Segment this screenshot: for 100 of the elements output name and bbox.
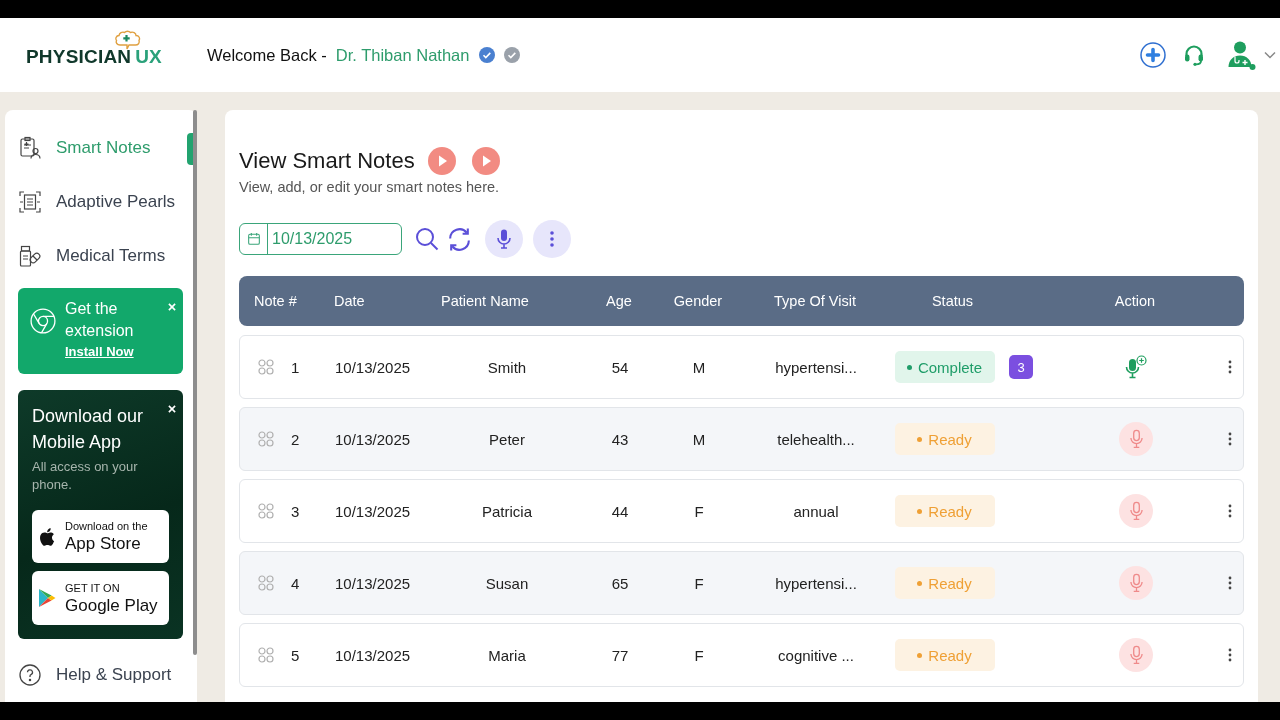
close-icon[interactable]	[168, 405, 176, 413]
play-icon[interactable]	[427, 147, 456, 175]
column-header: Gender	[673, 293, 723, 309]
more-icon	[550, 231, 554, 247]
table-cell: M	[692, 358, 706, 376]
status-dot-icon	[917, 652, 923, 658]
table-cell-text: 5	[290, 646, 300, 664]
table-cell-text: 4	[290, 574, 300, 592]
more-icon[interactable]	[1228, 576, 1232, 590]
more-icon[interactable]	[1228, 432, 1232, 446]
table-cell: 44	[611, 502, 629, 520]
table-cell-text: 2	[290, 430, 300, 448]
microphone-icon	[1129, 573, 1143, 593]
table-row[interactable]: 4 10/13/2025 Susan 65 F hypertensi... Ready	[239, 551, 1244, 615]
active-indicator	[187, 133, 193, 165]
app-card-text: All access on your phone.	[32, 458, 139, 494]
microphone-plus-icon[interactable]	[1125, 355, 1147, 379]
table-cell: M	[692, 430, 706, 448]
drag-handle-icon[interactable]	[258, 575, 274, 591]
sidebar-item[interactable]: Smart Notes	[5, 126, 197, 170]
microphone-button[interactable]	[485, 220, 523, 258]
scrollbar[interactable]	[193, 110, 197, 655]
record-button[interactable]	[1119, 422, 1153, 456]
sidebar-item[interactable]: Medical Terms	[5, 234, 197, 278]
doctor-avatar-icon[interactable]	[1226, 40, 1256, 70]
column-header: Patient Name	[440, 293, 530, 309]
status-dot-icon	[917, 436, 923, 442]
drag-handle-icon[interactable]	[258, 359, 274, 375]
app-card-title: Download our Mobile App	[32, 405, 145, 454]
table-cell-text: 3	[290, 502, 300, 520]
browser-logo-icon	[30, 308, 56, 334]
table-cell-text: 1	[290, 358, 300, 376]
microphone-icon	[497, 229, 511, 249]
drag-handle-icon[interactable]	[258, 503, 274, 519]
table-cell: F	[694, 502, 704, 520]
table-cell-text: 10/13/2025	[334, 574, 411, 592]
check-icon	[504, 47, 521, 63]
sidebar-item[interactable]: Adaptive Pearls	[5, 180, 197, 224]
caret-icon[interactable]	[1264, 51, 1276, 59]
clipboard-doctor-icon	[18, 136, 42, 160]
column-header: Type Of Visit	[774, 293, 856, 309]
user-name: Dr. Thiban Nathan	[335, 45, 470, 65]
table-cell: telehealth...	[777, 430, 855, 448]
status-badge: Ready	[894, 639, 995, 671]
date-field[interactable]: 10/13/2025	[239, 223, 402, 255]
table-cell: F	[694, 574, 704, 592]
table-cell: 54	[611, 358, 629, 376]
microphone-icon	[1129, 645, 1143, 665]
table-cell-text: 10/13/2025	[334, 646, 411, 664]
status-dot-icon	[906, 364, 912, 370]
logo-text: UX	[135, 46, 162, 68]
table-cell: Patricia	[482, 502, 532, 520]
column-header: Status	[931, 293, 974, 309]
page-title: View Smart Notes	[239, 147, 415, 175]
table-row[interactable]: 3 10/13/2025 Patricia 44 F annual Ready	[239, 479, 1244, 543]
record-button[interactable]	[1119, 638, 1153, 672]
record-button[interactable]	[1119, 494, 1153, 528]
table-cell: 65	[611, 574, 629, 592]
column-header: Note #	[253, 293, 298, 309]
table-cell: 77	[611, 646, 629, 664]
apple-logo-icon	[39, 526, 56, 547]
add-icon[interactable]	[1140, 42, 1166, 68]
refresh-icon[interactable]	[446, 225, 473, 253]
more-icon[interactable]	[1228, 504, 1232, 518]
logo-text: PHYSICIAN	[26, 46, 132, 68]
table-cell: 43	[611, 430, 629, 448]
microphone-icon	[1129, 501, 1143, 521]
pill-bottle-icon	[18, 244, 42, 268]
play-store-logo-icon	[39, 588, 56, 608]
status-badge: Complete	[894, 351, 995, 383]
table-row[interactable]: 1 10/13/2025 Smith 54 M hypertensi... Complete 3	[239, 335, 1244, 399]
drag-handle-icon[interactable]	[258, 647, 274, 663]
play-icon[interactable]	[471, 147, 500, 175]
table-row[interactable]: 2 10/13/2025 Peter 43 M telehealth... Ready	[239, 407, 1244, 471]
table-cell-text: 10/13/2025	[334, 502, 411, 520]
table-cell: hypertensi...	[775, 358, 857, 376]
help-support-item[interactable]: Help & Support	[5, 653, 197, 697]
status-badge: Ready	[894, 495, 995, 527]
table-cell-text: 10/13/2025	[334, 430, 411, 448]
microphone-icon	[1129, 429, 1143, 449]
table-cell: Peter	[489, 430, 525, 448]
store-button[interactable]: Download on the App Store	[32, 510, 169, 563]
drag-handle-icon[interactable]	[258, 431, 274, 447]
more-icon[interactable]	[1228, 648, 1232, 662]
headset-icon[interactable]	[1182, 43, 1206, 67]
record-button[interactable]	[1119, 566, 1153, 600]
count-badge: 3	[1009, 355, 1033, 379]
table-cell: F	[694, 646, 704, 664]
store-button[interactable]: GET IT ON Google Play	[32, 571, 169, 625]
table-row[interactable]: 5 10/13/2025 Maria 77 F cognitive ... Ready	[239, 623, 1244, 687]
brain-plus-icon	[114, 30, 142, 52]
more-options-button[interactable]	[533, 220, 571, 258]
calendar-icon	[245, 231, 262, 247]
search-icon[interactable]	[415, 227, 439, 251]
document-scan-icon	[18, 190, 42, 214]
table-cell: cognitive ...	[778, 646, 854, 664]
status-badge: Ready	[894, 567, 995, 599]
more-icon[interactable]	[1228, 360, 1232, 374]
table-cell: hypertensi...	[775, 574, 857, 592]
help-icon	[18, 663, 42, 687]
